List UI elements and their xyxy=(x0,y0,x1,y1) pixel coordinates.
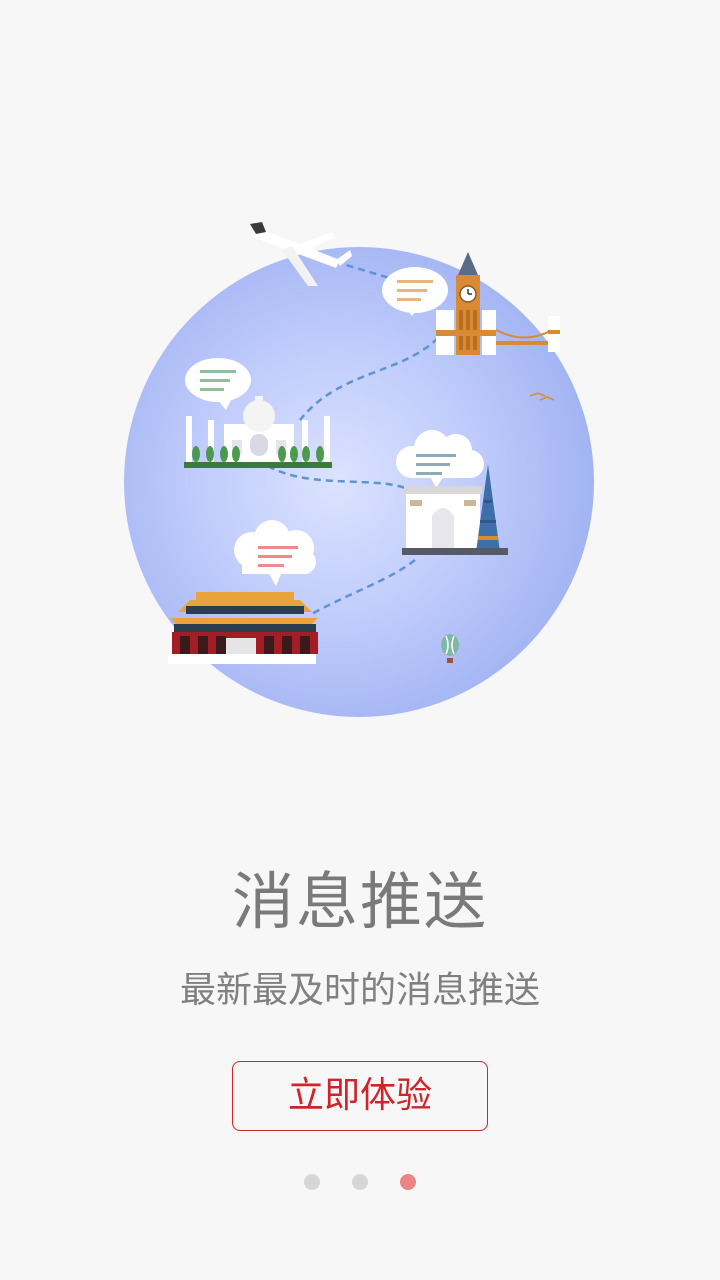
page-indicator-dot-1[interactable] xyxy=(304,1174,320,1190)
page-indicator-dot-2[interactable] xyxy=(352,1174,368,1190)
page-indicator xyxy=(0,1174,720,1190)
travel-globe-illustration xyxy=(124,222,594,717)
page-subtitle: 最新最及时的消息推送 xyxy=(179,970,540,1011)
page-title: 消息推送 xyxy=(231,865,488,938)
page-indicator-dot-3[interactable] xyxy=(400,1174,416,1190)
try-now-button[interactable]: 立即体验 xyxy=(232,1061,488,1131)
forbidden-city-landmark xyxy=(168,592,318,664)
